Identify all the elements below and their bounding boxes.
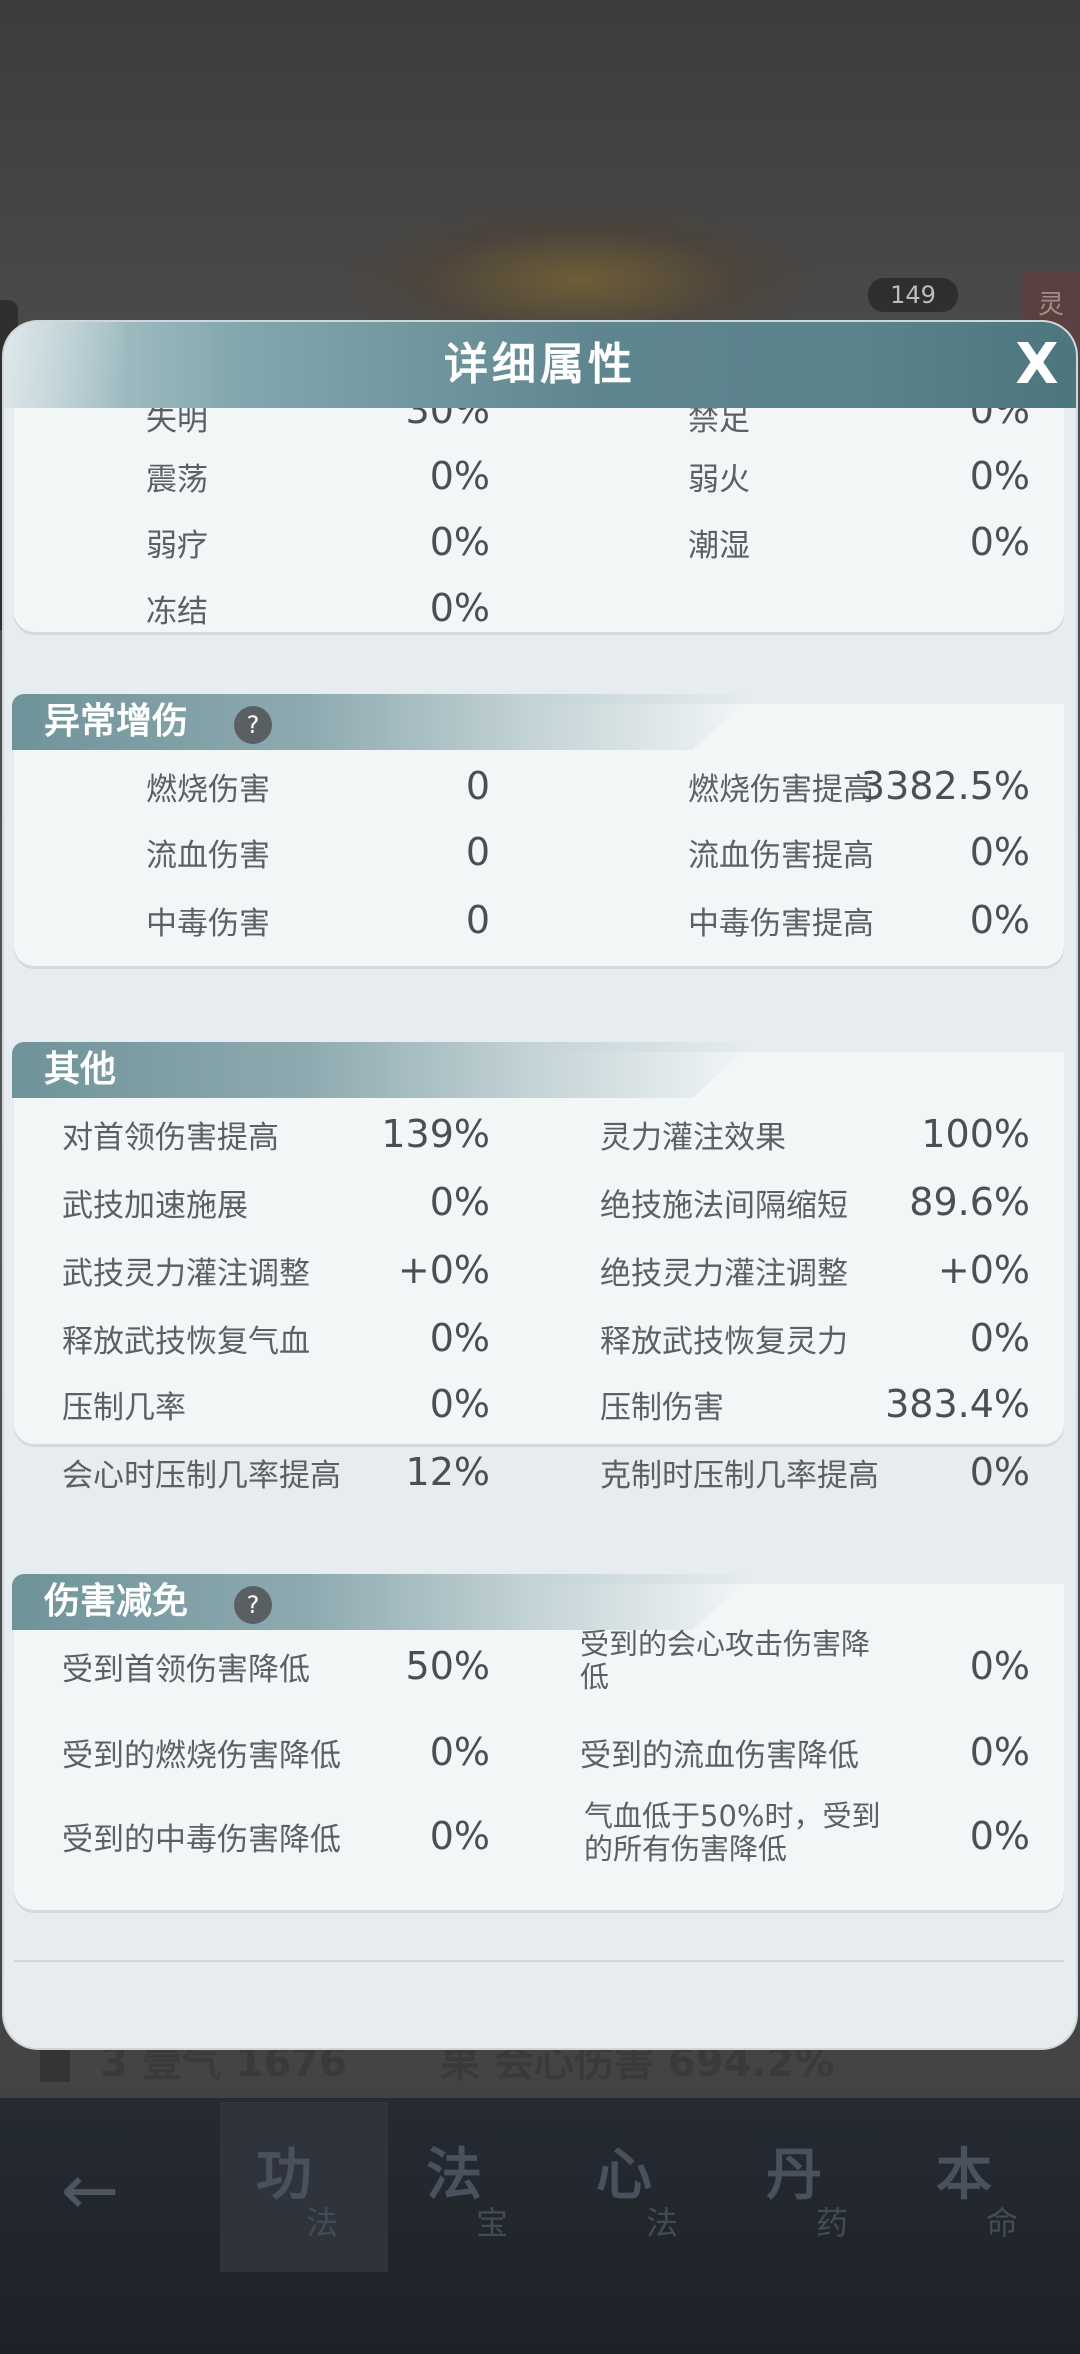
stat-value: 50% bbox=[405, 1644, 490, 1688]
stat-label: 禁足 bbox=[688, 408, 750, 438]
stat-value: 0% bbox=[969, 830, 1030, 874]
stat-label: 中毒伤害提高 bbox=[688, 906, 874, 942]
stat-value: 0% bbox=[429, 1316, 490, 1360]
section-header-abnormal: 异常增伤 ? bbox=[12, 694, 752, 750]
section-header-other: 其他 bbox=[12, 1042, 752, 1098]
stat-label: 受到的会心攻击伤害降低 bbox=[580, 1627, 871, 1694]
stat-value: 0% bbox=[429, 586, 490, 630]
section-title: 异常增伤 bbox=[44, 701, 189, 742]
stat-value: 0% bbox=[969, 1730, 1030, 1774]
tab-xinfa[interactable]: 心 法 bbox=[560, 2102, 728, 2272]
stat-value: 0 bbox=[465, 898, 490, 942]
stat-label: 武技加速施展 bbox=[62, 1188, 248, 1224]
damage-reduction-card: 受到首领伤害降低 50% 受到的会心攻击伤害降低 0% 受到的燃烧伤害降低 0%… bbox=[14, 1584, 1064, 1910]
stat-value: 12% bbox=[405, 1450, 490, 1494]
stat-label: 受到的中毒伤害降低 bbox=[62, 1822, 341, 1858]
section-title: 其他 bbox=[44, 1049, 117, 1090]
stat-label: 震荡 bbox=[146, 462, 208, 498]
stat-value: 0% bbox=[429, 454, 490, 498]
stat-value: 0% bbox=[969, 1814, 1030, 1858]
attributes-scroll-area[interactable]: 失明 30% 禁足 0% 震荡 0% 弱火 0% 弱疗 0% 潮湿 0% 冻结 … bbox=[4, 408, 1076, 2048]
stat-label: 中毒伤害 bbox=[146, 906, 270, 942]
divider bbox=[14, 1960, 1064, 1962]
stat-value: 89.6% bbox=[909, 1180, 1030, 1224]
stat-label: 克制时压制几率提高 bbox=[600, 1458, 879, 1494]
tab-benming[interactable]: 本 命 bbox=[900, 2102, 1068, 2272]
stat-label: 受到的燃烧伤害降低 bbox=[62, 1738, 341, 1774]
count-badge: 149 bbox=[868, 278, 958, 312]
status-effects-card: 失明 30% 禁足 0% 震荡 0% 弱火 0% 弱疗 0% 潮湿 0% 冻结 … bbox=[14, 408, 1064, 632]
stat-value: 0% bbox=[969, 1316, 1030, 1360]
stat-value: 0% bbox=[429, 1180, 490, 1224]
tab-gongfa[interactable]: 功 法 bbox=[220, 2102, 388, 2272]
stat-value: 0 bbox=[465, 830, 490, 874]
tab-danyao[interactable]: 丹 药 bbox=[730, 2102, 898, 2272]
stat-value: 0% bbox=[969, 1450, 1030, 1494]
stat-label: 释放武技恢复气血 bbox=[62, 1324, 310, 1360]
help-icon[interactable]: ? bbox=[234, 706, 272, 744]
stat-label: 弱火 bbox=[688, 462, 750, 498]
stat-value: 0% bbox=[969, 520, 1030, 564]
stat-label: 受到首领伤害降低 bbox=[62, 1652, 310, 1688]
tab-fabao[interactable]: 法 宝 bbox=[390, 2102, 558, 2272]
stat-label: 冻结 bbox=[146, 594, 208, 630]
section-title: 伤害减免 bbox=[44, 1581, 189, 1622]
other-card: 对首领伤害提高 139% 灵力灌注效果 100% 武技加速施展 0% 绝技施法间… bbox=[14, 1052, 1064, 1444]
stat-value: 100% bbox=[921, 1112, 1030, 1156]
stat-label: 释放武技恢复灵力 bbox=[600, 1324, 848, 1360]
stat-label: 绝技灵力灌注调整 bbox=[600, 1256, 848, 1292]
stat-value: 0% bbox=[429, 1730, 490, 1774]
stat-value: 0% bbox=[969, 454, 1030, 498]
stat-label: 气血低于50%时，受到的所有伤害降低 bbox=[584, 1799, 881, 1866]
stat-label: 弱疗 bbox=[146, 528, 208, 564]
stat-label: 压制几率 bbox=[62, 1390, 186, 1426]
stat-value: 0% bbox=[429, 1814, 490, 1858]
help-icon[interactable]: ? bbox=[234, 1586, 272, 1624]
stat-value: 0% bbox=[969, 1644, 1030, 1688]
stat-label: 失明 bbox=[146, 408, 208, 438]
stat-value: 30% bbox=[405, 408, 490, 432]
back-arrow-icon[interactable]: ← bbox=[40, 2150, 140, 2230]
stat-label: 压制伤害 bbox=[600, 1390, 724, 1426]
detail-attributes-modal: 详细属性 X 失明 30% 禁足 0% 震荡 0% 弱火 0% 弱疗 0% 潮湿… bbox=[4, 322, 1076, 2048]
stat-label: 流血伤害提高 bbox=[688, 838, 874, 874]
close-button[interactable]: X bbox=[1004, 332, 1070, 398]
stat-label: 对首领伤害提高 bbox=[62, 1120, 279, 1156]
stat-label: 武技灵力灌注调整 bbox=[62, 1256, 310, 1292]
stat-value: 0% bbox=[969, 898, 1030, 942]
stat-label: 绝技施法间隔缩短 bbox=[600, 1188, 848, 1224]
stat-value: 3382.5% bbox=[860, 764, 1030, 808]
stat-value: 139% bbox=[381, 1112, 490, 1156]
stat-value: 0% bbox=[429, 520, 490, 564]
stat-value: 0% bbox=[969, 408, 1030, 432]
stat-label: 灵力灌注效果 bbox=[600, 1120, 786, 1156]
stat-label: 会心时压制几率提高 bbox=[62, 1458, 341, 1494]
section-header-damage-reduction: 伤害减免 ? bbox=[12, 1574, 752, 1630]
modal-title: 详细属性 bbox=[444, 339, 636, 390]
stat-value: 383.4% bbox=[885, 1382, 1030, 1426]
stat-value: 0% bbox=[429, 1382, 490, 1426]
stat-label: 燃烧伤害 bbox=[146, 772, 270, 808]
stat-label: 潮湿 bbox=[688, 528, 750, 564]
stat-label: 受到的流血伤害降低 bbox=[580, 1738, 859, 1774]
stat-label: 流血伤害 bbox=[146, 838, 270, 874]
stat-value: +0% bbox=[937, 1248, 1030, 1292]
stat-value: +0% bbox=[397, 1248, 490, 1292]
stat-value: 0 bbox=[465, 764, 490, 808]
